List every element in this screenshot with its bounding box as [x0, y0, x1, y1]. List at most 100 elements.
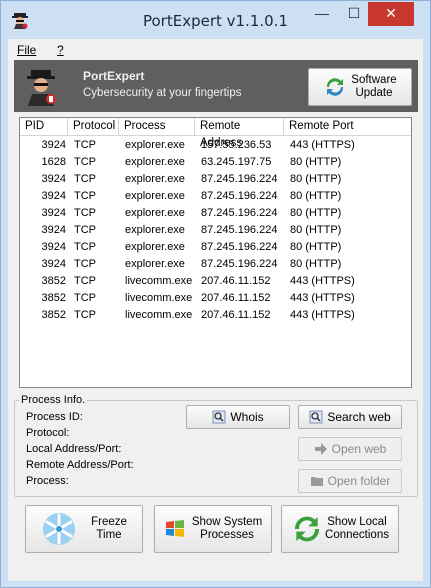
table-cell: 443 (HTTPS) [290, 309, 355, 321]
column-process[interactable]: Process [119, 118, 195, 136]
freeze-time-label: Freeze Time [91, 516, 127, 542]
close-button[interactable]: ✕ [368, 2, 414, 26]
show-local-connections-button[interactable]: Show Local Connections [281, 505, 399, 553]
snowflake-icon [43, 513, 76, 545]
table-cell: explorer.exe [125, 258, 185, 270]
software-update-button[interactable]: Software Update [308, 68, 412, 106]
menu-file[interactable]: File [17, 43, 36, 57]
open-folder-button[interactable]: Open folder [298, 469, 402, 493]
magnifier-icon [309, 410, 323, 424]
connections-table[interactable]: PID Protocol Process Remote Address Remo… [19, 117, 412, 388]
table-cell: 443 (HTTPS) [290, 292, 355, 304]
table-cell: 3852 [41, 275, 66, 287]
table-cell: 3924 [41, 207, 66, 219]
table-cell: 80 (HTTP) [290, 190, 342, 202]
update-label-line1: Software [351, 74, 397, 86]
label-remote-address: Remote Address/Port: [26, 459, 134, 471]
label-local-address: Local Address/Port: [26, 443, 122, 455]
table-cell: explorer.exe [125, 173, 185, 185]
table-cell: 87.245.196.224 [201, 224, 278, 236]
table-row[interactable]: 3924 TCP explorer.exe 157.55.236.53 443 (HTT… [20, 137, 411, 154]
table-cell: 3924 [41, 258, 66, 270]
column-remote-address[interactable]: Remote Address [195, 118, 284, 149]
table-row[interactable]: 3924 TCP explorer.exe 87.245.196.224 80 (HTT… [20, 239, 411, 256]
whois-label: Whois [230, 410, 264, 424]
table-cell: 87.245.196.224 [201, 207, 278, 219]
table-cell: 80 (HTTP) [290, 258, 342, 270]
table-cell: 3852 [41, 309, 66, 321]
column-pid[interactable]: PID [20, 118, 68, 136]
windows-logo-icon [165, 520, 184, 537]
label-process: Process: [26, 475, 69, 487]
search-web-label: Search web [327, 410, 391, 424]
table-cell: explorer.exe [125, 241, 185, 253]
table-cell: TCP [74, 156, 96, 168]
table-row[interactable]: 3852 TCP livecomm.exe 207.46.11.152 443 (HTT… [20, 307, 411, 324]
menu-bar: File ? [8, 39, 423, 59]
refresh-icon [295, 516, 320, 542]
table-cell: explorer.exe [125, 207, 185, 219]
maximize-button[interactable]: ☐ [338, 2, 370, 26]
table-cell: 3924 [41, 173, 66, 185]
open-web-label: Open web [331, 442, 387, 456]
table-cell: explorer.exe [125, 156, 185, 168]
table-row[interactable]: 3852 TCP livecomm.exe 207.46.11.152 443 (HTT… [20, 290, 411, 307]
table-cell: 80 (HTTP) [290, 207, 342, 219]
whois-button[interactable]: Whois [186, 405, 290, 429]
table-cell: TCP [74, 258, 96, 270]
update-label-line2: Update [355, 87, 393, 99]
freeze-time-button[interactable]: Freeze Time [25, 505, 143, 553]
label-protocol: Protocol: [26, 427, 70, 439]
table-cell: 80 (HTTP) [290, 156, 342, 168]
local-line1: Show Local [327, 516, 387, 528]
table-cell: TCP [74, 224, 96, 236]
table-cell: livecomm.exe [125, 275, 193, 287]
column-remote-port[interactable]: Remote Port [284, 118, 411, 136]
table-row[interactable]: 3924 TCP explorer.exe 87.245.196.224 80 (HTT… [20, 188, 411, 205]
table-cell: 443 (HTTPS) [290, 139, 355, 151]
label-process-id: Process ID: [26, 411, 83, 423]
table-cell: 80 (HTTP) [290, 224, 342, 236]
table-cell: TCP [74, 275, 96, 287]
table-header: PID Protocol Process Remote Address Remo… [20, 118, 411, 149]
table-row[interactable]: 3924 TCP explorer.exe 87.245.196.224 80 (HTT… [20, 256, 411, 273]
arrow-right-icon [314, 443, 327, 455]
table-row[interactable]: 3924 TCP explorer.exe 87.245.196.224 80 (HTT… [20, 222, 411, 239]
table-cell: 3924 [41, 190, 66, 202]
table-cell: 63.245.197.75 [201, 156, 272, 168]
magnifier-icon [212, 410, 226, 424]
table-cell: 207.46.11.152 [201, 309, 271, 321]
show-system-label: Show System Processes [192, 516, 262, 542]
show-local-label: Show Local Connections [325, 516, 389, 542]
minimize-button[interactable]: — [306, 2, 338, 26]
open-web-button[interactable]: Open web [298, 437, 402, 461]
title-bar[interactable]: PortExpert v1.1.0.1 — ☐ ✕ [1, 1, 430, 39]
table-cell: 3852 [41, 292, 66, 304]
table-cell: TCP [74, 207, 96, 219]
table-row[interactable]: 1628 TCP explorer.exe 63.245.197.75 80 (HTTP… [20, 154, 411, 171]
freeze-line1: Freeze [91, 516, 127, 528]
table-cell: 87.245.196.224 [201, 190, 278, 202]
table-cell: 3924 [41, 241, 66, 253]
open-folder-label: Open folder [327, 474, 391, 488]
table-cell: TCP [74, 173, 96, 185]
client-area: File ? PortExpert Cybersecurity at your … [8, 39, 423, 581]
banner-title: PortExpert [83, 69, 145, 83]
table-cell: livecomm.exe [125, 292, 193, 304]
table-cell: 87.245.196.224 [201, 241, 278, 253]
search-web-button[interactable]: Search web [298, 405, 402, 429]
app-window: PortExpert v1.1.0.1 — ☐ ✕ File ? PortExp… [0, 0, 431, 588]
table-row[interactable]: 3924 TCP explorer.exe 87.245.196.224 80 (HTT… [20, 171, 411, 188]
table-row[interactable]: 3924 TCP explorer.exe 87.245.196.224 80 (HTT… [20, 205, 411, 222]
banner: PortExpert Cybersecurity at your fingert… [14, 60, 418, 112]
show-system-processes-button[interactable]: Show System Processes [154, 505, 272, 553]
spy-logo-icon [27, 70, 56, 106]
table-cell: explorer.exe [125, 224, 185, 236]
table-cell: 3924 [41, 139, 66, 151]
table-cell: TCP [74, 292, 96, 304]
table-row[interactable]: 3852 TCP livecomm.exe 207.46.11.152 443 (HTT… [20, 273, 411, 290]
column-protocol[interactable]: Protocol [68, 118, 119, 136]
menu-help[interactable]: ? [57, 43, 64, 57]
table-cell: livecomm.exe [125, 309, 193, 321]
table-cell: 80 (HTTP) [290, 173, 342, 185]
